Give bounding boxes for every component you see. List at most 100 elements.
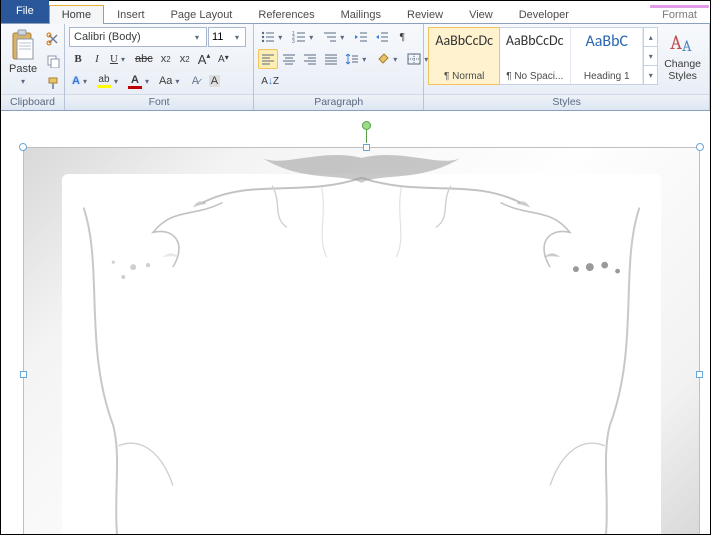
align-right-button[interactable]	[300, 49, 320, 69]
decrease-indent-button[interactable]	[351, 27, 371, 47]
tab-home[interactable]: Home	[49, 5, 104, 24]
shading-button[interactable]: ▾	[373, 49, 403, 69]
style-name: ¶ Normal	[444, 71, 484, 82]
borders-icon	[407, 53, 421, 65]
gallery-more-icon[interactable]: ▾	[644, 66, 657, 84]
picture-flourish-art	[24, 148, 699, 534]
paintbrush-icon	[46, 76, 60, 90]
shrink-font-button[interactable]: A▾	[214, 49, 232, 69]
gallery-scroll[interactable]: ▴ ▾ ▾	[643, 28, 657, 84]
style-normal[interactable]: AaBbCcDc ¶ Normal	[428, 27, 500, 85]
change-styles-button[interactable]: AA Change Styles	[660, 27, 705, 84]
highlighter-icon: ab	[98, 74, 109, 85]
align-right-icon	[303, 53, 317, 65]
inserted-picture[interactable]	[23, 147, 700, 534]
justify-icon	[324, 53, 338, 65]
character-shading-button[interactable]: A	[205, 71, 223, 91]
paste-dropdown-icon[interactable]: ▾	[18, 77, 28, 86]
tab-file[interactable]: File	[1, 0, 49, 23]
tab-mailings[interactable]: Mailings	[328, 5, 394, 24]
justify-button[interactable]	[321, 49, 341, 69]
bucket-icon	[376, 53, 390, 65]
change-styles-icon: AA	[670, 29, 696, 57]
styles-gallery[interactable]: AaBbCcDc ¶ Normal AaBbCcDc ¶ No Spaci...…	[428, 27, 658, 85]
group-paragraph: ▾ 123▾ ▾ ¶ ▾ ▾ ▾ A↓Z Paragraph	[254, 24, 424, 110]
style-name: ¶ No Spaci...	[506, 71, 563, 82]
style-preview: AaBbCcDc	[435, 32, 493, 49]
rotation-handle[interactable]	[362, 121, 371, 130]
eraser-icon: A̷	[192, 75, 199, 87]
multilevel-list-button[interactable]: ▾	[320, 27, 350, 47]
cut-button[interactable]	[43, 29, 63, 49]
numbering-icon: 123	[292, 31, 306, 43]
tab-view[interactable]: View	[456, 5, 506, 24]
align-left-icon	[261, 53, 275, 65]
pilcrow-icon: ¶	[400, 31, 405, 43]
bullets-icon	[261, 31, 275, 43]
style-no-spacing[interactable]: AaBbCcDc ¶ No Spaci...	[499, 28, 571, 84]
paste-button[interactable]: Paste ▾	[5, 27, 41, 88]
format-painter-button[interactable]	[43, 73, 63, 93]
superscript-button[interactable]: x2	[176, 49, 194, 69]
align-center-button[interactable]	[279, 49, 299, 69]
gallery-down-icon[interactable]: ▾	[644, 47, 657, 66]
svg-text:A: A	[682, 37, 692, 55]
multilevel-icon	[323, 31, 337, 43]
resize-handle-tr[interactable]	[696, 143, 704, 151]
resize-handle-mr[interactable]	[696, 371, 703, 378]
scissors-icon	[46, 32, 60, 46]
strikethrough-button[interactable]: abc	[132, 49, 156, 69]
highlight-color-button[interactable]: ab▾	[94, 71, 124, 91]
tab-references[interactable]: References	[245, 5, 327, 24]
change-case-button[interactable]: Aa▾	[156, 71, 185, 91]
tab-format-contextual[interactable]: Format	[649, 5, 710, 24]
numbering-button[interactable]: 123▾	[289, 27, 319, 47]
resize-handle-tl[interactable]	[19, 143, 27, 151]
svg-text:3: 3	[292, 39, 295, 43]
group-label-paragraph: Paragraph	[254, 94, 423, 110]
change-styles-label: Change Styles	[664, 59, 701, 82]
tab-review[interactable]: Review	[394, 5, 456, 24]
group-font: Calibri (Body)▾ 11▾ B I U▾ abc x2 x2 A▴ …	[65, 24, 254, 110]
tab-insert[interactable]: Insert	[104, 5, 158, 24]
font-name-combo[interactable]: Calibri (Body) ▾	[69, 27, 207, 47]
increase-indent-button[interactable]	[372, 27, 392, 47]
style-preview: AaBbCcDc	[506, 32, 564, 49]
gallery-up-icon[interactable]: ▴	[644, 28, 657, 47]
resize-handle-tm[interactable]	[363, 144, 370, 151]
italic-button[interactable]: I	[88, 49, 106, 69]
chevron-down-icon: ▾	[192, 33, 202, 42]
tab-page-layout[interactable]: Page Layout	[158, 5, 246, 24]
rotation-connector	[366, 129, 367, 143]
sort-button[interactable]: A↓Z	[258, 71, 282, 91]
font-color-button[interactable]: A▾	[125, 71, 155, 91]
grow-font-button[interactable]: A▴	[195, 49, 214, 69]
text-effects-button[interactable]: A▾	[69, 71, 93, 91]
underline-button[interactable]: U▾	[107, 49, 131, 69]
group-styles: AaBbCcDc ¶ Normal AaBbCcDc ¶ No Spaci...…	[424, 24, 710, 110]
svg-text:A: A	[670, 31, 682, 54]
group-label-clipboard: Clipboard	[1, 94, 64, 110]
font-name-value: Calibri (Body)	[74, 31, 141, 43]
tab-developer[interactable]: Developer	[506, 5, 582, 24]
font-size-value: 11	[212, 31, 223, 43]
copy-button[interactable]	[43, 51, 63, 71]
copy-icon	[46, 54, 60, 68]
bullets-button[interactable]: ▾	[258, 27, 288, 47]
font-size-combo[interactable]: 11▾	[208, 27, 246, 47]
line-spacing-button[interactable]: ▾	[342, 49, 372, 69]
group-label-styles: Styles	[424, 94, 709, 110]
style-heading-1[interactable]: AaBbC Heading 1	[571, 28, 643, 84]
document-canvas[interactable]	[1, 111, 710, 534]
align-left-button[interactable]	[258, 49, 278, 69]
sort-icon: A↓Z	[261, 76, 279, 87]
subscript-button[interactable]: x2	[157, 49, 175, 69]
clear-formatting-button[interactable]: A̷	[186, 71, 204, 91]
resize-handle-ml[interactable]	[20, 371, 27, 378]
ribbon: Paste ▾ Clipboard Calibri (Body)▾ 11▾	[1, 24, 710, 111]
paste-icon	[9, 29, 37, 61]
bold-button[interactable]: B	[69, 49, 87, 69]
indent-icon	[375, 31, 389, 43]
align-center-icon	[282, 53, 296, 65]
show-marks-button[interactable]: ¶	[393, 27, 411, 47]
